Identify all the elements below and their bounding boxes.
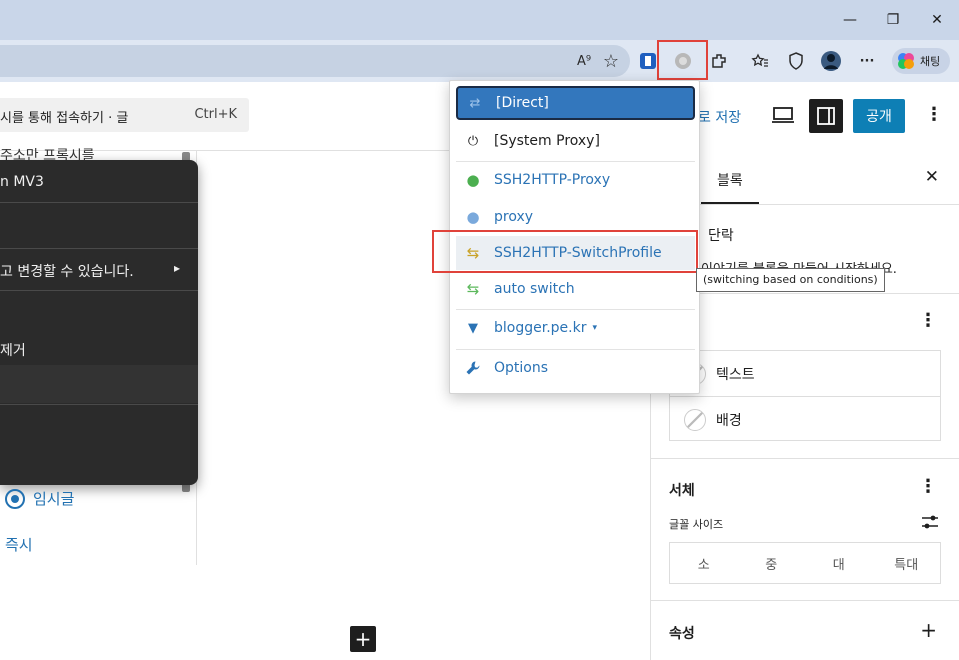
extension-shield-icon[interactable] <box>637 50 659 72</box>
publish-button[interactable]: 공개 <box>853 99 905 133</box>
browser-title-bar: — ❐ ✕ <box>0 0 959 40</box>
font-size-small[interactable]: 소 <box>670 543 738 583</box>
proxy-item-label: [System Proxy] <box>494 133 600 149</box>
menu-separator <box>456 161 695 162</box>
copilot-icon <box>898 53 914 69</box>
proxy-item-ssh2http-proxy[interactable]: ● SSH2HTTP-Proxy <box>456 163 695 197</box>
close-icon[interactable]: ✕ <box>925 167 939 187</box>
proxy-item-label: proxy <box>494 209 534 225</box>
block-title: 단락 <box>708 228 734 244</box>
proxy-item-label: auto switch <box>494 281 575 297</box>
typography-title: 서체 <box>669 483 695 499</box>
color-panel: 텍스트 배경 <box>669 350 941 441</box>
address-bar[interactable] <box>0 45 630 77</box>
command-shortcut: Ctrl+K <box>194 107 237 122</box>
draft-label: 임시글 <box>33 490 75 508</box>
command-palette-button[interactable]: 시를 통해 접속하기 · 글 Ctrl+K <box>0 98 249 132</box>
color-options-icon[interactable]: ⋮ <box>919 310 937 331</box>
submenu-arrow-icon: ▸ <box>174 261 181 275</box>
font-size-large[interactable]: 대 <box>805 543 873 583</box>
profile-highlight-box <box>432 230 698 273</box>
add-block-button[interactable]: + <box>350 626 376 652</box>
wrench-icon <box>464 360 482 376</box>
context-menu-item[interactable]: 제거 <box>0 340 26 360</box>
proxy-item-proxy[interactable]: ● proxy <box>456 200 695 234</box>
minimize-button[interactable]: — <box>835 6 865 34</box>
color-background-item[interactable]: 배경 <box>670 397 940 442</box>
menu-separator <box>0 404 198 405</box>
settings-sidebar-toggle[interactable] <box>809 99 843 133</box>
globe-icon: ● <box>466 208 480 226</box>
sidebar-icon <box>817 107 835 125</box>
section-divider <box>651 458 959 459</box>
menu-separator <box>456 309 695 310</box>
add-attribute-icon[interactable]: + <box>920 618 937 642</box>
maximize-button[interactable]: ❐ <box>878 6 908 34</box>
globe-icon: ● <box>466 171 480 189</box>
more-menu-icon[interactable]: ··· <box>856 50 878 72</box>
options-menu-icon[interactable]: ⋮ <box>925 104 943 125</box>
color-text-label: 텍스트 <box>716 366 755 383</box>
menu-separator <box>0 248 198 249</box>
proxy-item-blogger[interactable]: ▼ blogger.pe.kr ▾ <box>456 311 695 345</box>
proxy-item-label: [Direct] <box>496 95 549 111</box>
menu-hover-row[interactable] <box>0 365 198 403</box>
close-window-button[interactable]: ✕ <box>922 6 952 34</box>
color-background-label: 배경 <box>716 412 742 429</box>
context-menu-item[interactable]: n MV3 <box>0 174 44 190</box>
tooltip: (switching based on conditions) <box>696 268 885 292</box>
section-divider <box>651 600 959 601</box>
typography-options-icon[interactable]: ⋮ <box>919 476 937 497</box>
transfer-arrows-icon: ⇄ <box>469 95 481 111</box>
copilot-label: 채팅 <box>920 55 941 68</box>
save-draft-link[interactable]: 로 저장 <box>698 107 741 127</box>
extensions-puzzle-icon[interactable] <box>708 50 730 72</box>
menu-separator <box>456 349 695 350</box>
browser-essentials-shield-icon[interactable] <box>785 50 807 72</box>
profile-avatar[interactable] <box>820 50 842 72</box>
status-draft[interactable]: 임시글 <box>5 488 74 509</box>
draft-status-icon <box>5 488 25 509</box>
font-size-xlarge[interactable]: 특대 <box>873 543 941 583</box>
filter-icon: ▼ <box>468 320 478 336</box>
proxy-item-system[interactable]: ⏻ [System Proxy] <box>456 124 695 158</box>
menu-separator <box>0 202 198 203</box>
preview-desktop-icon[interactable] <box>770 103 796 127</box>
power-icon: ⏻ <box>467 133 479 149</box>
proxy-item-label: SSH2HTTP-Proxy <box>494 172 611 188</box>
proxy-item-options[interactable]: Options <box>456 351 695 385</box>
favorite-star-icon[interactable]: ☆ <box>600 50 622 72</box>
favorites-list-icon[interactable] <box>749 50 771 72</box>
context-menu-item[interactable]: 고 변경할 수 있습니다. <box>0 261 134 281</box>
extension-context-menu: n MV3 고 변경할 수 있습니다. ▸ 제거 <box>0 160 198 485</box>
font-size-medium[interactable]: 중 <box>738 543 806 583</box>
proxy-item-label: blogger.pe.kr <box>494 320 587 336</box>
extension-highlight-box <box>657 40 708 80</box>
proxy-item-auto-switch[interactable]: ⇆ auto switch <box>456 272 695 306</box>
color-swatch-icon <box>684 408 706 431</box>
font-size-label: 글꼴 사이즈 <box>669 518 724 531</box>
attributes-title: 속성 <box>669 626 695 642</box>
font-size-picker: 소 중 대 특대 <box>669 542 941 584</box>
tab-block[interactable]: 블록 <box>717 170 743 190</box>
sliders-icon[interactable] <box>921 514 939 534</box>
publish-now-link[interactable]: 즉시 <box>5 534 33 555</box>
color-text-item[interactable]: 텍스트 <box>670 351 940 396</box>
copilot-button[interactable]: 채팅 <box>892 48 950 74</box>
switch-icon: ⇆ <box>466 280 480 298</box>
chevron-down-icon: ▾ <box>592 323 597 333</box>
read-aloud-icon[interactable]: A⁹ <box>573 50 595 72</box>
proxy-item-label: Options <box>494 360 549 376</box>
menu-separator <box>0 290 198 291</box>
browser-toolbar: A⁹ ☆ ··· 채팅 <box>0 40 959 82</box>
proxy-item-direct[interactable]: ⇄ [Direct] <box>456 86 695 120</box>
command-text: 시를 통해 접속하기 · 글 <box>0 111 129 126</box>
